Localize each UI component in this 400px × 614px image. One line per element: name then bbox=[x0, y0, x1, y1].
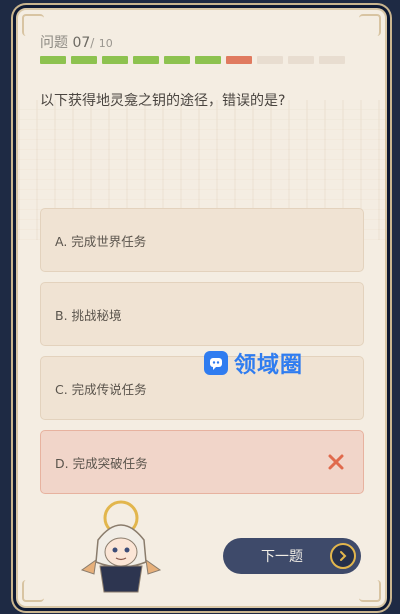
option-a-label: A. 完成世界任务 bbox=[55, 233, 147, 249]
progress-segment-correct bbox=[195, 56, 221, 64]
option-c-label: C. 完成传说任务 bbox=[55, 381, 147, 397]
question-counter: 问题 07/ 10 bbox=[40, 32, 113, 52]
watermark: 领域圈 bbox=[204, 347, 303, 379]
progress-segment-remaining bbox=[257, 56, 283, 64]
frame-corner-ornament bbox=[22, 580, 44, 602]
progress-segment-correct bbox=[40, 56, 66, 64]
progress-segment-remaining bbox=[319, 56, 345, 64]
progress-segment-wrong bbox=[226, 56, 252, 64]
option-b[interactable]: B. 挑战秘境 bbox=[40, 282, 364, 346]
paimon-mascot bbox=[80, 500, 162, 593]
progress-segment-correct bbox=[133, 56, 159, 64]
progress-segment-correct bbox=[71, 56, 97, 64]
watermark-text: 领域圈 bbox=[234, 353, 304, 378]
option-d-label: D. 完成突破任务 bbox=[55, 455, 148, 471]
option-d[interactable]: D. 完成突破任务 bbox=[40, 430, 364, 494]
frame-corner-ornament bbox=[359, 14, 381, 36]
frame-corner-ornament bbox=[359, 580, 381, 602]
question-counter-label: 问题 bbox=[40, 35, 68, 51]
progress-segment-remaining bbox=[288, 56, 314, 64]
question-current: 07 bbox=[72, 35, 91, 51]
progress-segment-correct bbox=[164, 56, 190, 64]
question-separator: / bbox=[90, 36, 95, 50]
next-question-button[interactable]: 下一题 bbox=[223, 538, 361, 574]
question-total: 10 bbox=[98, 37, 113, 50]
progress-bar bbox=[40, 56, 345, 64]
chevron-right-icon bbox=[330, 543, 356, 569]
wrong-x-icon bbox=[328, 454, 344, 470]
question-text: 以下获得地灵龛之钥的途径，错误的是? bbox=[40, 93, 286, 109]
option-c[interactable]: C. 完成传说任务 bbox=[40, 356, 364, 420]
chat-bubble-icon bbox=[204, 351, 228, 375]
progress-segment-correct bbox=[102, 56, 128, 64]
quiz-card: 问题 07/ 10 以下获得地灵龛之钥的途径，错误的是? A. 完成世界任务 B… bbox=[16, 8, 387, 608]
option-b-label: B. 挑战秘境 bbox=[55, 307, 122, 323]
option-a[interactable]: A. 完成世界任务 bbox=[40, 208, 364, 272]
next-question-label: 下一题 bbox=[261, 549, 303, 565]
